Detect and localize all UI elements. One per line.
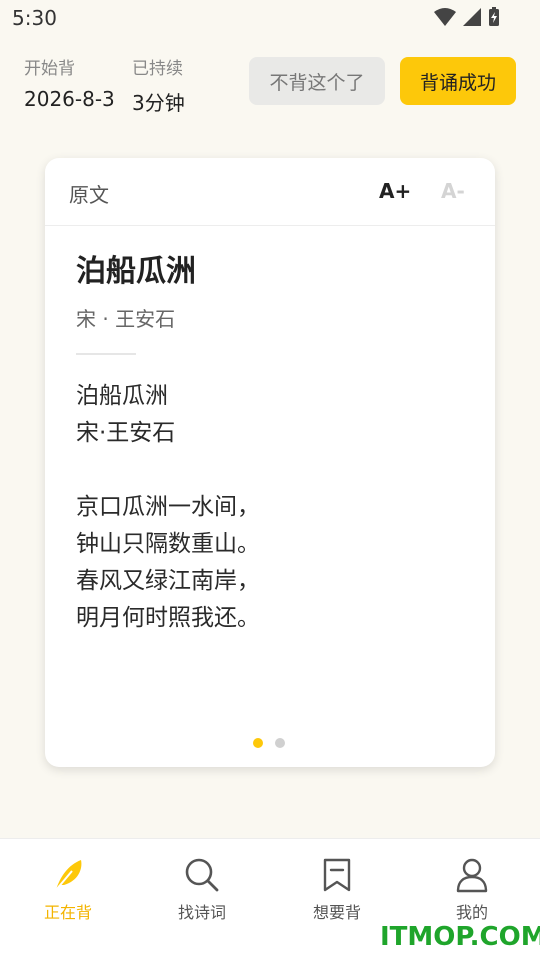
battery-icon: [489, 7, 499, 26]
tab-profile[interactable]: 我的: [417, 857, 527, 923]
cellular-signal-icon: [463, 8, 481, 26]
status-time: 5:30: [12, 6, 57, 30]
poem-line: 泊船瓜洲: [76, 383, 168, 409]
font-decrease-button[interactable]: A-: [441, 179, 465, 203]
poem-line: 春风又绿江南岸，: [76, 568, 260, 594]
tab-label: 我的: [455, 903, 488, 922]
start-date-value: 2026-8-3: [24, 87, 115, 111]
bookmark-icon: [323, 858, 351, 892]
poem-line: 宋·王安石: [76, 420, 176, 446]
tab-reciting[interactable]: 正在背: [13, 857, 123, 923]
font-increase-button[interactable]: A+: [379, 179, 411, 203]
start-date-stat: 开始背 2026-8-3: [24, 54, 115, 111]
tab-label: 想要背: [312, 903, 361, 922]
wifi-icon: [434, 8, 456, 26]
page-indicator: [253, 738, 285, 748]
page-dot-active[interactable]: [253, 738, 263, 748]
watermark: ITMOP.COM: [380, 922, 540, 952]
poem-body: 泊船瓜洲 宋·王安石 京口瓜洲一水间， 钟山只隔数重山。 春风又绿江南岸， 明月…: [76, 378, 260, 637]
start-label: 开始背: [24, 59, 75, 79]
divider: [76, 353, 136, 355]
tab-find-poems[interactable]: 找诗词: [147, 857, 257, 923]
poem-author: 宋 · 王安石: [76, 307, 176, 331]
recite-success-button[interactable]: 背诵成功: [400, 57, 516, 105]
tab-label: 正在背: [43, 903, 92, 922]
poem-line-blank: [76, 452, 260, 489]
tab-want-to-recite[interactable]: 想要背: [282, 857, 392, 923]
skip-button[interactable]: 不背这个了: [249, 57, 385, 105]
poem-line: 明月何时照我还。: [76, 605, 260, 631]
poem-title: 泊船瓜洲: [76, 254, 196, 289]
duration-stat: 已持续 3分钟: [132, 54, 185, 116]
duration-label: 已持续: [132, 59, 183, 79]
page-dot[interactable]: [275, 738, 285, 748]
original-text-tab[interactable]: 原文: [69, 179, 109, 208]
search-icon: [185, 858, 219, 892]
duration-value: 3分钟: [132, 91, 185, 115]
tab-label: 找诗词: [177, 903, 226, 922]
status-bar: 5:30: [0, 0, 540, 36]
person-icon: [456, 858, 488, 893]
poem-line: 钟山只隔数重山。: [76, 531, 260, 557]
poem-card[interactable]: 原文 A+ A- 泊船瓜洲 宋 · 王安石 泊船瓜洲 宋·王安石 京口瓜洲一水间…: [45, 158, 495, 767]
poem-line: 京口瓜洲一水间，: [76, 494, 260, 520]
card-header: 原文 A+ A-: [45, 158, 495, 226]
feather-icon: [55, 860, 82, 891]
